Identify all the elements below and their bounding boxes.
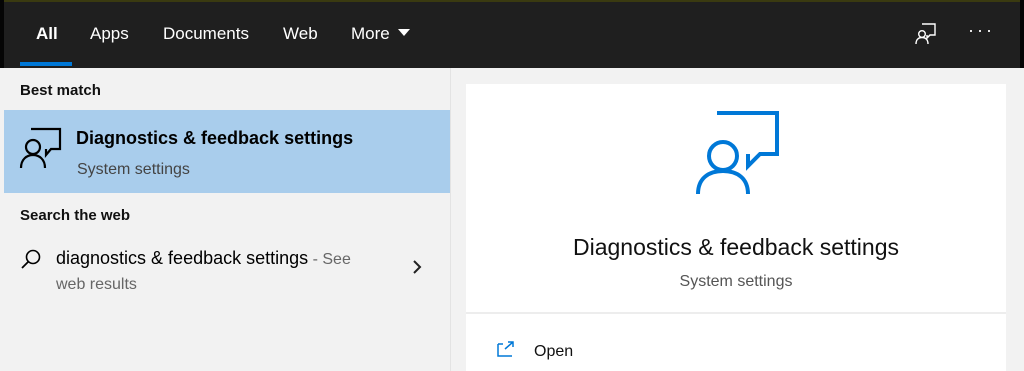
best-match-item[interactable]: Diagnostics & feedback settings System s… xyxy=(4,110,450,193)
search-icon xyxy=(21,249,41,269)
web-result-item[interactable]: diagnostics & feedback settings - See we… xyxy=(4,236,450,306)
tab-more-label: More xyxy=(351,24,390,43)
tab-documents[interactable]: Documents xyxy=(163,0,249,68)
preview-subtitle: System settings xyxy=(679,273,793,290)
best-match-subtitle: System settings xyxy=(77,161,190,178)
diagnostics-feedback-icon xyxy=(19,127,62,169)
tab-web[interactable]: Web xyxy=(283,0,318,68)
preview-card: Diagnostics & feedback settings System s… xyxy=(466,84,1006,312)
preview-actions: Open xyxy=(466,314,1006,371)
search-web-heading: Search the web xyxy=(20,207,131,224)
tab-more[interactable]: More xyxy=(351,0,410,68)
web-result-query: diagnostics & feedback settings xyxy=(56,248,309,268)
best-match-heading: Best match xyxy=(20,82,101,99)
preview-title: Diagnostics & feedback settings xyxy=(572,234,899,260)
header-top-edge xyxy=(0,0,1024,2)
feedback-icon[interactable] xyxy=(914,22,938,46)
preview-pane: Diagnostics & feedback settings System s… xyxy=(451,68,1024,371)
tab-apps[interactable]: Apps xyxy=(90,0,129,68)
search-header: All Apps Documents Web More ··· xyxy=(0,0,1024,68)
diagnostics-feedback-icon xyxy=(696,111,779,195)
web-result-suffix: - See xyxy=(308,251,351,268)
results-list: Best match Diagnostics & feedback settin… xyxy=(4,68,450,371)
tab-all[interactable]: All xyxy=(36,0,58,68)
header-right-edge xyxy=(1020,0,1024,68)
chevron-right-icon[interactable] xyxy=(410,258,424,276)
web-result-line2: web results xyxy=(56,276,137,293)
active-tab-indicator xyxy=(20,62,72,66)
open-action[interactable]: Open xyxy=(496,338,636,366)
caret-down-icon xyxy=(397,29,410,37)
header-left-edge xyxy=(0,0,4,68)
more-options-button[interactable]: ··· xyxy=(968,20,995,41)
web-result-text: diagnostics & feedback settings - See xyxy=(56,248,351,269)
open-label: Open xyxy=(534,343,574,360)
best-match-title: Diagnostics & feedback settings xyxy=(76,128,354,148)
open-icon xyxy=(497,341,514,357)
